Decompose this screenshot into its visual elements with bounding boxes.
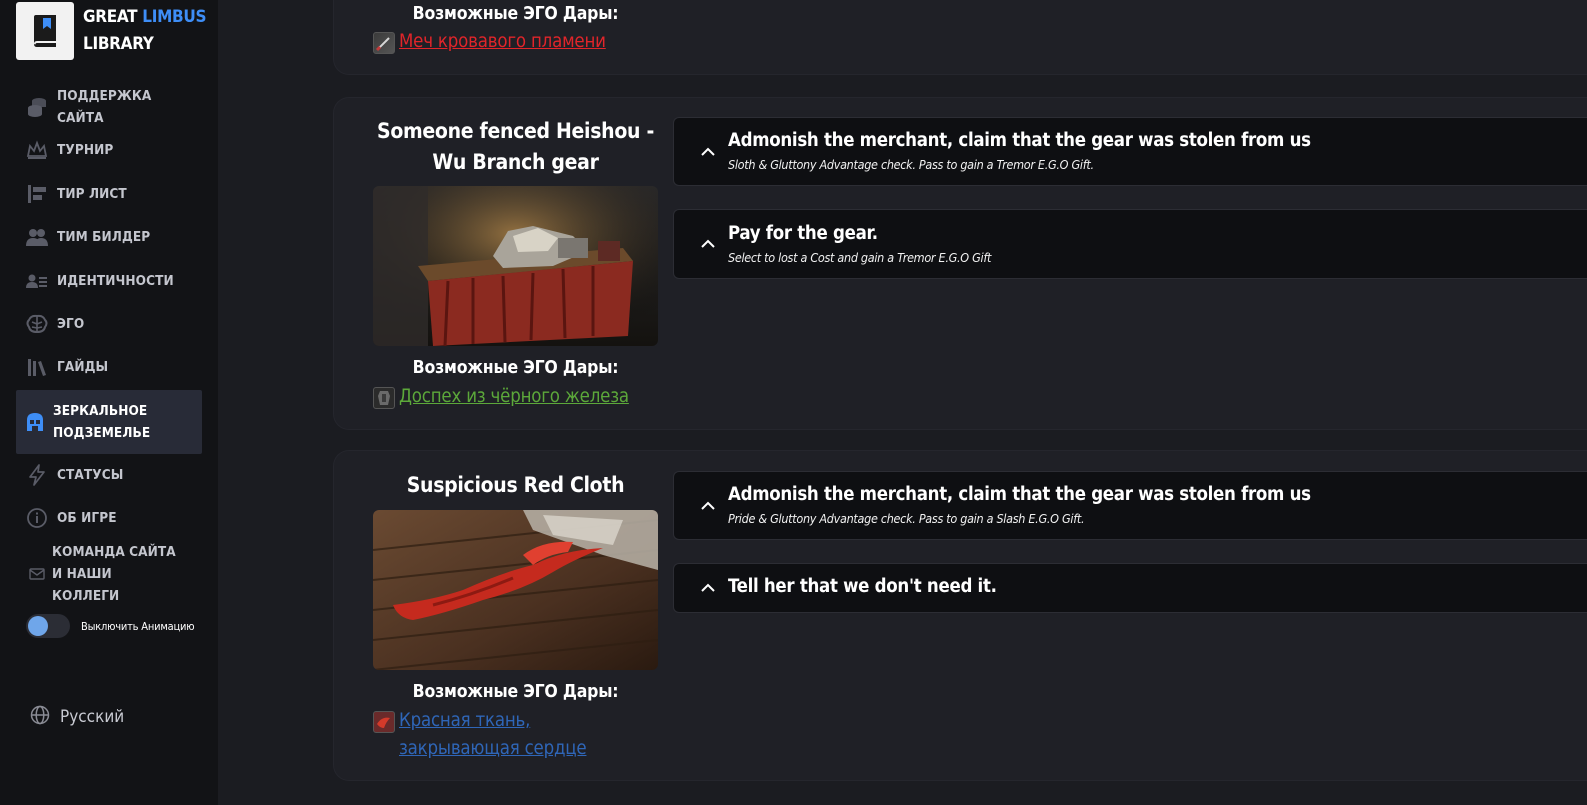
choice-title: Admonish the merchant, claim that the ge… (728, 130, 1311, 151)
encounter-card: Suspicious Red Cloth Возможные ЭГО Дары:… (333, 450, 1587, 781)
choice-title: Tell her that we don't need it. (728, 576, 997, 597)
nav-item-tier-list[interactable]: ТИР ЛИСТ (16, 174, 202, 214)
gift-link[interactable]: Меч кровавого пламени (399, 28, 606, 56)
info-icon (26, 507, 48, 529)
team-icon (26, 226, 48, 248)
nav-label: СТАТУСЫ (57, 467, 124, 483)
nav-item-support[interactable]: ПОДДЕРЖКА САЙТА (16, 87, 202, 127)
nav-label: КОМАНДА САЙТА И НАШИ КОЛЛЕГИ (52, 544, 176, 604)
chevron-up-icon (701, 239, 715, 248)
choice-description: Sloth & Gluttony Advantage check. Pass t… (728, 157, 1094, 172)
book-logo-icon (16, 2, 74, 60)
animation-toggle-label: Выключить Анимацию (81, 619, 195, 633)
gift-link[interactable]: Красная ткань, закрывающая сердце (399, 707, 599, 763)
language-label: Русский (60, 707, 125, 727)
animation-toggle-row: Выключить Анимацию (26, 614, 195, 638)
chevron-up-icon (701, 147, 715, 156)
animation-toggle[interactable] (26, 614, 70, 638)
nav-item-mirror-dungeon[interactable]: ЗЕРКАЛЬНОЕ ПОДЗЕМЕЛЬЕ (16, 390, 202, 454)
books-icon (26, 356, 48, 378)
gift-link[interactable]: Доспех из чёрного железа (399, 383, 629, 411)
brand-line2: LIBRARY (83, 34, 154, 54)
dungeon-icon (24, 411, 46, 433)
nav-item-statuses[interactable]: СТАТУСЫ (16, 455, 202, 495)
brand-line1: GREAT (83, 7, 143, 27)
encounter-image (373, 186, 658, 346)
globe-icon (30, 705, 50, 729)
lightning-icon (26, 464, 48, 486)
encounter-card: Возможные ЭГО Дары: Меч кровавого пламен… (333, 0, 1587, 75)
gifts-heading: Возможные ЭГО Дары: (412, 682, 619, 702)
gift-row: Меч кровавого пламени (373, 28, 658, 56)
nav-label: ПОДДЕРЖКА САЙТА (57, 88, 152, 126)
choice-accordion[interactable]: Admonish the merchant, claim that the ge… (673, 471, 1587, 540)
gift-row: Красная ткань, закрывающая сердце (373, 707, 658, 763)
red-cloth-gift-icon (373, 711, 395, 733)
nav-item-guides[interactable]: ГАЙДЫ (16, 347, 202, 387)
nav-label: ГАЙДЫ (57, 359, 109, 375)
choice-accordion[interactable]: Admonish the merchant, claim that the ge… (673, 117, 1587, 186)
nav-item-team-builder[interactable]: ТИМ БИЛДЕР (16, 217, 202, 257)
choice-title: Admonish the merchant, claim that the ge… (728, 484, 1311, 505)
nav-label: ОБ ИГРЕ (57, 510, 117, 526)
choice-accordion[interactable]: Tell her that we don't need it. (673, 563, 1587, 613)
gifts-heading: Возможные ЭГО Дары: (412, 4, 619, 24)
nav-label: ТУРНИР (57, 142, 114, 158)
crown-icon (26, 139, 48, 161)
nav-label: ЭГО (57, 316, 85, 332)
nav-label: ИДЕНТИЧНОСТИ (57, 273, 174, 289)
mail-icon (26, 563, 48, 585)
sword-gift-icon (373, 32, 395, 54)
encounter-card: Someone fenced Heishou - Wu Branch gear … (333, 97, 1587, 430)
toggle-knob (28, 616, 48, 636)
identity-icon (26, 270, 48, 292)
nav-label: ТИР ЛИСТ (57, 186, 127, 202)
nav-item-team[interactable]: КОМАНДА САЙТА И НАШИ КОЛЛЕГИ (16, 544, 202, 604)
sidebar: GREAT LIMBUS LIBRARY ПОДДЕРЖКА САЙТА ТУР… (0, 0, 218, 805)
choice-description: Pride & Gluttony Advantage check. Pass t… (728, 511, 1085, 526)
choice-accordion[interactable]: Pay for the gear. Select to lost a Cost … (673, 209, 1587, 279)
nav-item-ego[interactable]: ЭГО (16, 304, 202, 344)
choice-title: Pay for the gear. (728, 223, 878, 244)
site-logo[interactable]: GREAT LIMBUS LIBRARY (16, 2, 207, 60)
nav-label: ТИМ БИЛДЕР (57, 229, 151, 245)
nav-item-about[interactable]: ОБ ИГРЕ (16, 498, 202, 538)
brain-icon (26, 313, 48, 335)
language-selector[interactable]: Русский (30, 705, 124, 729)
choice-description: Select to lost a Cost and gain a Tremor … (728, 250, 992, 265)
nav-item-identities[interactable]: ИДЕНТИЧНОСТИ (16, 261, 202, 301)
chevron-up-icon (701, 501, 715, 510)
coins-icon (26, 96, 48, 118)
gifts-heading: Возможные ЭГО Дары: (412, 358, 619, 378)
encounter-title: Someone fenced Heishou - Wu Branch gear (377, 119, 654, 174)
gift-row: Доспех из чёрного железа (373, 383, 658, 411)
armor-gift-icon (373, 387, 395, 409)
chevron-up-icon (701, 583, 715, 592)
encounter-image (373, 510, 658, 670)
nav-label: ЗЕРКАЛЬНОЕ ПОДЗЕМЕЛЬЕ (53, 403, 151, 441)
brand-accent: LIMBUS (142, 7, 207, 27)
tier-list-icon (26, 183, 48, 205)
nav-item-tournament[interactable]: ТУРНИР (16, 130, 202, 170)
encounter-title: Suspicious Red Cloth (406, 473, 625, 497)
